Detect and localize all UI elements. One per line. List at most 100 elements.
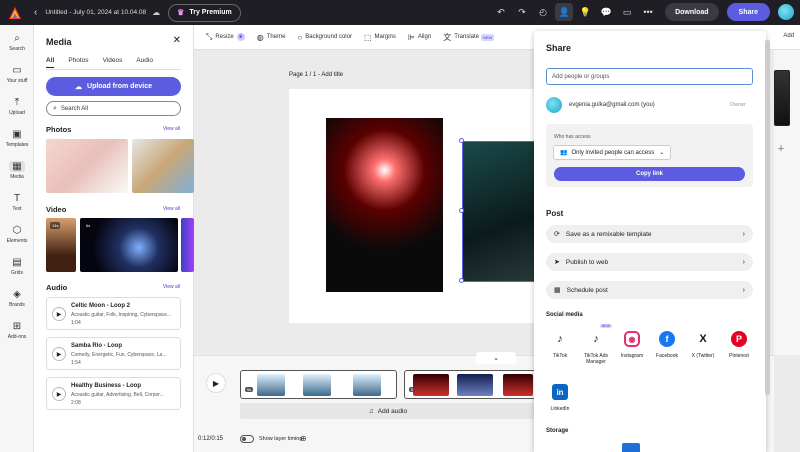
layer-timing-toggle[interactable]: [240, 435, 254, 443]
audio-duration: 1:04: [71, 320, 81, 326]
add-people-input[interactable]: Add people or groups: [546, 68, 753, 85]
timeline-scene[interactable]: 5s: [240, 370, 397, 399]
align-button[interactable]: ⊫ Align: [408, 33, 431, 42]
document-title[interactable]: Untitled - July 01, 2024 at 10.04.08: [45, 9, 146, 16]
audio-item[interactable]: ▶ Samba Rio - Loop Comedy, Energetic, Fu…: [46, 337, 181, 370]
user-email: evgenia.gulka@gmail.com (you): [569, 102, 655, 108]
nav-label: Search: [9, 46, 25, 52]
social-instagram[interactable]: ◉ Instagram: [614, 328, 650, 359]
social-pinterest[interactable]: P Pinterest: [721, 328, 757, 359]
nav-addons[interactable]: ⊞ Add-ons: [0, 321, 34, 340]
selection-handle[interactable]: [459, 208, 464, 213]
audio-item[interactable]: ▶ Healthy Business - Loop Acoustic guita…: [46, 377, 181, 410]
elements-icon: ⬡: [12, 225, 22, 236]
page-thumbnail[interactable]: [774, 70, 790, 126]
scene-duration-badge: 5s: [245, 387, 254, 392]
audio-view-all-link[interactable]: View all: [163, 284, 180, 290]
chevron-down-icon[interactable]: ⌄: [476, 352, 516, 364]
nav-templates[interactable]: ▣ Templates: [0, 129, 34, 148]
selection-handle[interactable]: [459, 278, 464, 283]
social-linkedin[interactable]: in LinkedIn: [542, 381, 578, 412]
nav-grids[interactable]: ▤ Grids: [0, 257, 34, 276]
share-panel-scrollbar[interactable]: [765, 40, 770, 395]
pinterest-icon: P: [731, 331, 747, 347]
undo-icon[interactable]: ↶: [492, 3, 510, 21]
redo-icon[interactable]: ↷: [513, 3, 531, 21]
try-premium-button[interactable]: ♛ Try Premium: [168, 3, 241, 22]
social-x-twitter[interactable]: X X (Twitter): [685, 328, 721, 359]
add-page-button[interactable]: Add: [783, 33, 794, 39]
addons-icon: ⊞: [12, 321, 22, 332]
add-audio-button[interactable]: ♫ Add audio: [240, 403, 536, 419]
save-remixable-template-button[interactable]: ⟳ Save as a remixable template ›: [546, 225, 753, 243]
play-icon[interactable]: ▶: [52, 307, 66, 321]
more-icon[interactable]: •••: [639, 3, 657, 21]
social-label: LinkedIn: [550, 406, 570, 412]
close-icon[interactable]: ✕: [173, 35, 181, 46]
add-person-icon[interactable]: 👤: [555, 3, 574, 21]
storage-option[interactable]: [622, 443, 640, 452]
theme-button[interactable]: ◍ Theme: [257, 33, 286, 42]
video-thumbnail[interactable]: [181, 218, 194, 272]
access-dropdown[interactable]: 👥 Only invited people can access ⌄: [553, 145, 672, 160]
concert-image[interactable]: [462, 141, 542, 282]
social-tiktok-ads-manager[interactable]: NEW ♪ TikTok Ads Manager: [578, 324, 614, 365]
video-title: Video: [46, 205, 67, 214]
nav-upload[interactable]: ⤒ Upload: [0, 97, 34, 116]
add-page-icon[interactable]: ＋: [777, 143, 785, 154]
download-button[interactable]: Download: [665, 3, 719, 21]
lightbulb-icon[interactable]: 💡: [576, 3, 594, 21]
add-audio-label: Add audio: [377, 407, 408, 415]
owner-label: Owner: [729, 102, 746, 108]
translate-label: Translate: [454, 34, 479, 40]
tab-photos[interactable]: Photos: [68, 57, 88, 68]
nav-label: Your stuff: [6, 78, 28, 84]
tab-all[interactable]: All: [46, 57, 55, 68]
publish-to-web-button[interactable]: ➤ Publish to web ›: [546, 253, 753, 271]
adobe-express-logo-icon[interactable]: [8, 6, 22, 20]
photo-thumbnail[interactable]: [132, 139, 194, 193]
avatar[interactable]: [778, 4, 794, 20]
video-thumbnail[interactable]: 6s: [80, 218, 178, 272]
back-icon[interactable]: ‹: [34, 7, 37, 18]
nav-text[interactable]: T Text: [0, 193, 34, 212]
social-facebook[interactable]: f Facebook: [649, 328, 685, 359]
video-view-all-link[interactable]: View all: [163, 206, 180, 212]
present-icon[interactable]: ▭: [618, 3, 636, 21]
tiktok-ads-icon: ♪: [593, 333, 599, 345]
translate-button[interactable]: 文 Translate NEW: [443, 32, 495, 43]
copy-link-button[interactable]: Copy link: [554, 167, 745, 181]
play-icon[interactable]: ▶: [206, 373, 226, 393]
share-button[interactable]: Share: [726, 3, 770, 21]
schedule-post-button[interactable]: ▦ Schedule post ›: [546, 281, 753, 299]
nav-your-stuff[interactable]: ▭ Your stuff: [0, 65, 34, 84]
margins-button[interactable]: ⬚ Margins: [364, 33, 396, 42]
background-color-button[interactable]: ○ Background color: [297, 33, 352, 42]
tab-audio[interactable]: Audio: [136, 57, 153, 68]
nav-search[interactable]: ⌕ Search: [0, 33, 34, 52]
folder-icon: ▭: [12, 65, 22, 76]
photo-thumbnail[interactable]: [46, 139, 128, 193]
video-thumbnail[interactable]: 14s: [46, 218, 76, 272]
nav-media[interactable]: ▦ Media: [0, 161, 34, 180]
nav-elements[interactable]: ⬡ Elements: [0, 225, 34, 244]
play-icon[interactable]: ▶: [52, 387, 66, 401]
zoom-icon[interactable]: ⊕: [300, 434, 307, 443]
page-label[interactable]: Page 1 / 1 - Add title: [289, 72, 343, 78]
timer-icon[interactable]: ◴: [534, 3, 552, 21]
search-input[interactable]: ⌕ Search All: [46, 101, 181, 116]
comment-icon[interactable]: 💬: [597, 3, 615, 21]
cloud-sync-icon[interactable]: ☁: [152, 8, 160, 17]
upload-from-device-button[interactable]: ☁ Upload from device: [46, 77, 181, 96]
selection-handle[interactable]: [459, 138, 464, 143]
tab-videos[interactable]: Videos: [103, 57, 123, 68]
audio-item[interactable]: ▶ Celtic Moon - Loop 2 Acoustic guitar, …: [46, 297, 181, 330]
photos-view-all-link[interactable]: View all: [163, 126, 180, 132]
play-icon[interactable]: ▶: [52, 347, 66, 361]
social-tiktok[interactable]: ♪ TikTok: [542, 328, 578, 359]
timeline-scene[interactable]: 5s: [404, 370, 536, 399]
new-badge: NEW: [480, 33, 495, 41]
resize-button[interactable]: ⤡ Resize ♛: [206, 32, 245, 42]
nav-brands[interactable]: ◈ Brands: [0, 289, 34, 308]
fireworks-image[interactable]: [326, 118, 443, 292]
